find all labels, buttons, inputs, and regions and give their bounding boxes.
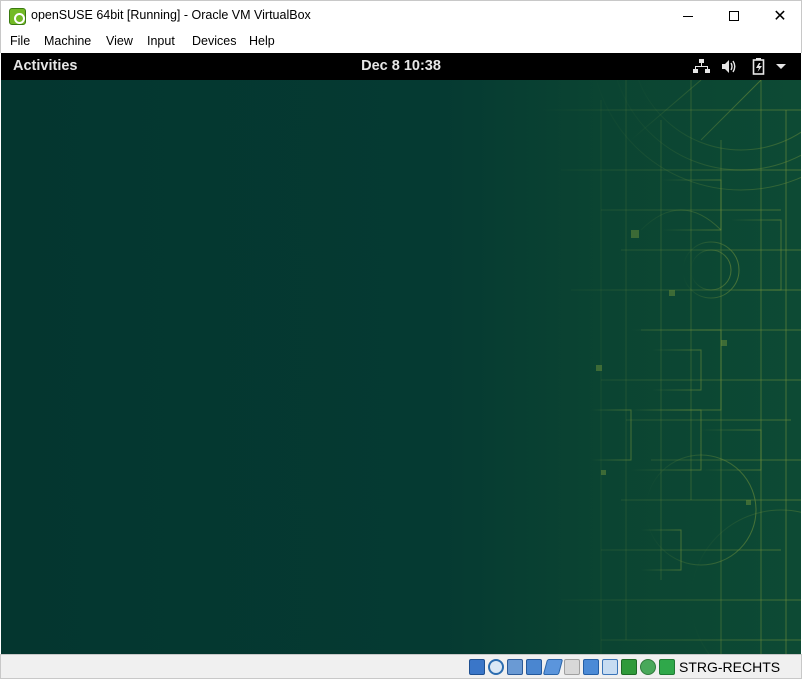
status-bar: STRG-RECHTS bbox=[0, 654, 802, 679]
menu-bar: File Machine View Input Devices Help bbox=[0, 31, 802, 53]
clock[interactable]: Dec 8 10:38 bbox=[1, 58, 801, 74]
usb-icon[interactable] bbox=[542, 659, 564, 675]
network-icon[interactable] bbox=[693, 58, 710, 75]
window-titlebar[interactable]: openSUSE 64bit [Running] - Oracle VM Vir… bbox=[0, 0, 802, 31]
menu-devices[interactable]: Devices bbox=[192, 34, 236, 48]
network-adapter-icon[interactable] bbox=[526, 659, 542, 675]
close-button[interactable]: ✕ bbox=[757, 1, 802, 31]
video-capture-icon[interactable] bbox=[602, 659, 618, 675]
battery-icon[interactable] bbox=[751, 58, 768, 75]
mouse-integration-icon[interactable] bbox=[640, 659, 656, 675]
cpu-icon[interactable] bbox=[621, 659, 637, 675]
hard-disk-icon[interactable] bbox=[469, 659, 485, 675]
optical-drive-icon[interactable] bbox=[488, 659, 504, 675]
close-icon: ✕ bbox=[773, 6, 787, 25]
wallpaper-blueprint-pattern bbox=[541, 80, 801, 654]
menu-input[interactable]: Input bbox=[147, 34, 175, 48]
menu-view[interactable]: View bbox=[106, 34, 133, 48]
guest-display[interactable]: Activities Dec 8 10:38 bbox=[1, 53, 801, 654]
keyboard-capture-icon[interactable] bbox=[659, 659, 675, 675]
shared-folders-icon[interactable] bbox=[564, 659, 580, 675]
gnome-top-bar: Activities Dec 8 10:38 bbox=[1, 53, 801, 80]
desktop-wallpaper[interactable] bbox=[1, 80, 801, 654]
window-title: openSUSE 64bit [Running] - Oracle VM Vir… bbox=[31, 8, 311, 22]
host-key-label: STRG-RECHTS bbox=[679, 659, 781, 675]
minimize-icon bbox=[683, 15, 693, 17]
display-icon[interactable] bbox=[583, 659, 599, 675]
menu-file[interactable]: File bbox=[10, 34, 30, 48]
opensuse-icon[interactable] bbox=[9, 8, 26, 25]
maximize-icon bbox=[729, 11, 739, 21]
menu-machine[interactable]: Machine bbox=[44, 34, 91, 48]
audio-icon[interactable] bbox=[507, 659, 523, 675]
system-menu-arrow-icon[interactable] bbox=[774, 58, 788, 75]
menu-help[interactable]: Help bbox=[249, 34, 275, 48]
minimize-button[interactable] bbox=[665, 1, 711, 31]
volume-icon[interactable] bbox=[721, 58, 738, 75]
maximize-button[interactable] bbox=[711, 1, 757, 31]
